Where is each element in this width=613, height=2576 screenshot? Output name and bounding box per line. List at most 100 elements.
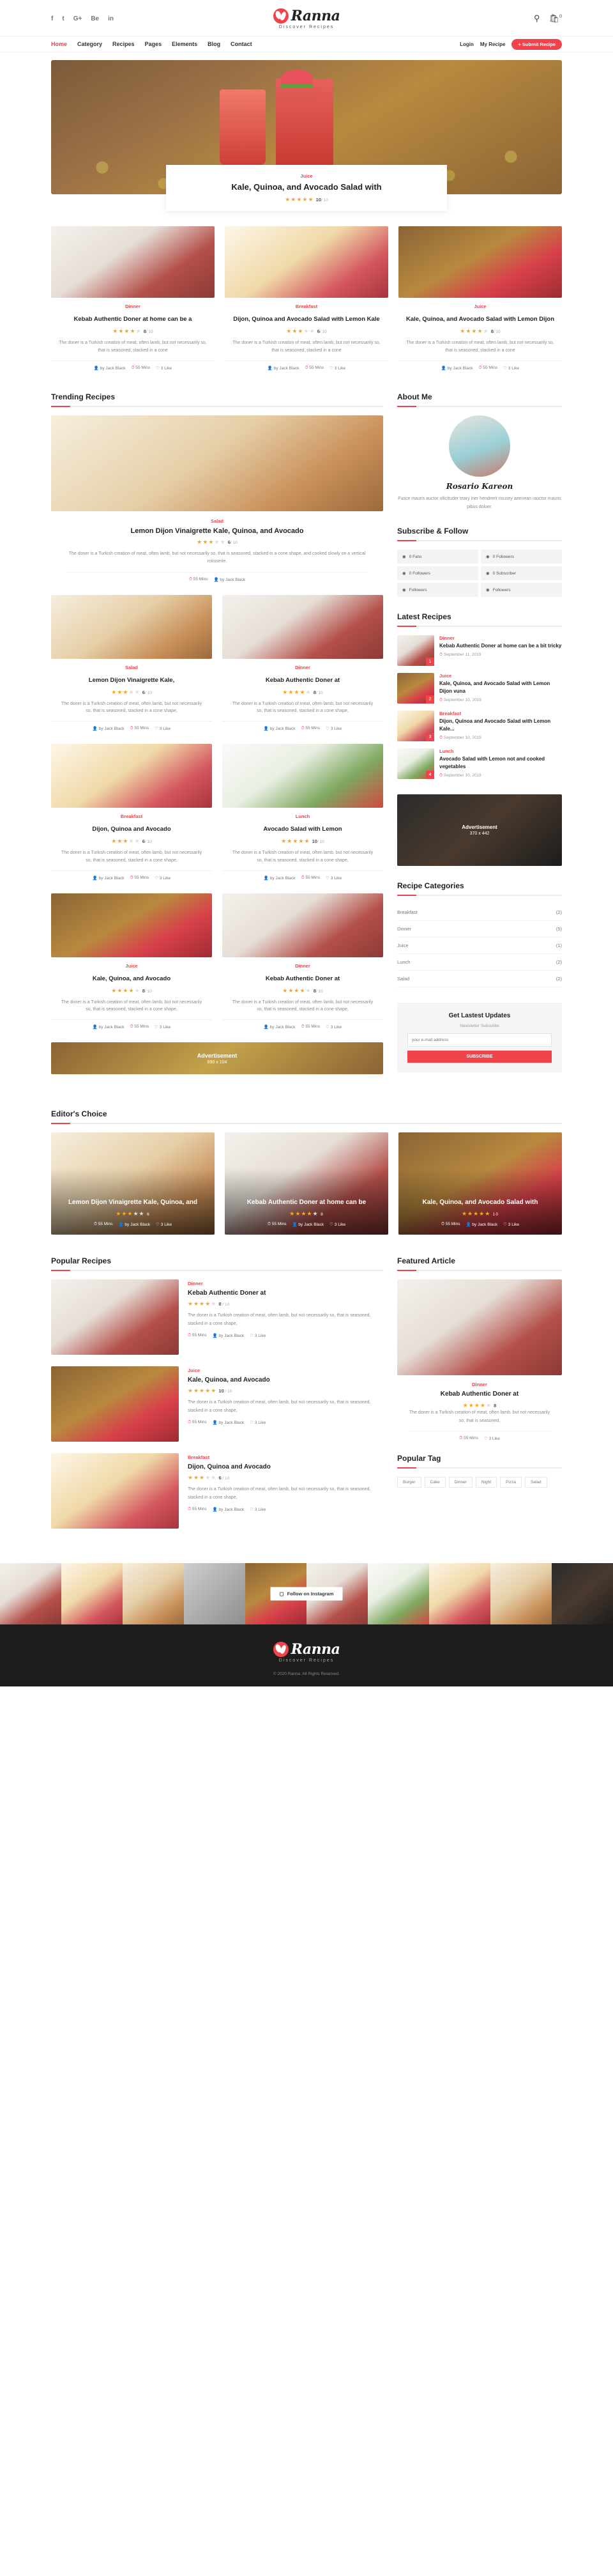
recipe-card-category[interactable]: Breakfast bbox=[225, 304, 388, 309]
tag-item[interactable]: Cake bbox=[424, 1477, 446, 1488]
editors-card-title[interactable]: Kebab Authentic Doner at home can be bbox=[232, 1198, 381, 1207]
recipe-card-category[interactable]: Dinner bbox=[222, 665, 383, 670]
recipe-card-title[interactable]: Kebab Authentic Doner at bbox=[222, 676, 383, 685]
instagram-tile[interactable] bbox=[429, 1563, 490, 1625]
recipe-card-category[interactable]: Juice bbox=[398, 304, 562, 309]
nav-item-category[interactable]: Category bbox=[77, 41, 102, 47]
recipe-card-category[interactable]: Juice bbox=[51, 963, 212, 969]
hero-category[interactable]: Juice bbox=[172, 173, 441, 179]
nav-item-blog[interactable]: Blog bbox=[208, 41, 220, 47]
tag-item[interactable]: Dinner bbox=[448, 1477, 473, 1488]
category-list-item[interactable]: Lunch (2) bbox=[397, 954, 562, 971]
trending-feature-card[interactable]: Salad Lemon Dijon Vinaigrette Kale, Quin… bbox=[51, 415, 383, 582]
editors-card-title[interactable]: Lemon Dijon Vinaigrette Kale, Quinoa, an… bbox=[59, 1198, 207, 1207]
instagram-tile[interactable] bbox=[61, 1563, 123, 1625]
popular-recipe-title[interactable]: Kale, Quinoa, and Avocado bbox=[188, 1377, 383, 1384]
newsletter-email-input[interactable] bbox=[407, 1033, 552, 1047]
popular-recipe-title[interactable]: Kebab Authentic Doner at bbox=[188, 1290, 383, 1297]
nav-item-recipes[interactable]: Recipes bbox=[112, 41, 135, 47]
trending-feature-category[interactable]: Salad bbox=[68, 518, 367, 524]
linkedin-icon[interactable]: in bbox=[108, 15, 114, 22]
latest-recipe-title[interactable]: Avocado Salad with Lemon not and cooked … bbox=[439, 755, 562, 771]
featured-category[interactable]: Dinner bbox=[409, 1382, 550, 1387]
popular-recipe-category[interactable]: Dinner bbox=[188, 1281, 383, 1286]
facebook-icon[interactable]: f bbox=[51, 15, 53, 22]
follow-cell[interactable]: ◉ Followers bbox=[481, 583, 562, 598]
list-item[interactable]: 3 Breakfast Dijon, Quinoa and Avocado Sa… bbox=[397, 711, 562, 742]
tag-item[interactable]: Salad bbox=[524, 1477, 547, 1488]
recipe-card-category[interactable]: Salad bbox=[51, 665, 212, 670]
list-item[interactable]: 2 Juice Kale, Quinoa, and Avocado Salad … bbox=[397, 673, 562, 704]
instagram-tile[interactable] bbox=[184, 1563, 245, 1625]
recipe-card[interactable]: Breakfast Dijon, Quinoa and Avocado Sala… bbox=[225, 226, 388, 371]
recipe-card[interactable]: Dinner Kebab Authentic Doner at ★★★★★ 8/… bbox=[222, 893, 383, 1030]
editors-choice-card[interactable]: Lemon Dijon Vinaigrette Kale, Quinoa, an… bbox=[51, 1132, 215, 1235]
follow-cell[interactable]: ◉ 0 Followers bbox=[397, 566, 478, 581]
ad-box[interactable]: Advertisement 370 x 442 bbox=[397, 794, 562, 867]
nav-item-elements[interactable]: Elements bbox=[172, 41, 197, 47]
recipe-card-title[interactable]: Dijon, Quinoa and Avocado Salad with Lem… bbox=[225, 315, 388, 324]
recipe-card[interactable]: Breakfast Dijon, Quinoa and Avocado ★★★★… bbox=[51, 744, 212, 881]
instagram-tile[interactable] bbox=[123, 1563, 184, 1625]
popular-recipe-item[interactable]: Juice Kale, Quinoa, and Avocado ★★★★★ 10… bbox=[51, 1366, 383, 1442]
featured-article-card[interactable]: Dinner Kebab Authentic Doner at ★★★★★ 8 … bbox=[397, 1279, 562, 1441]
submit-recipe-button[interactable]: + Submit Recipe bbox=[511, 38, 562, 50]
trending-feature-title[interactable]: Lemon Dijon Vinaigrette Kale, Quinoa, an… bbox=[68, 527, 367, 535]
recipe-card-title[interactable]: Kebab Authentic Doner at bbox=[222, 975, 383, 983]
follow-cell[interactable]: ◉ 0 Subscriber bbox=[481, 566, 562, 581]
editors-choice-card[interactable]: Kale, Quinoa, and Avocado Salad with ★★★… bbox=[398, 1132, 562, 1235]
twitter-icon[interactable]: t bbox=[62, 15, 64, 22]
category-list-item[interactable]: Breakfast (2) bbox=[397, 904, 562, 922]
recipe-card-title[interactable]: Avocado Salad with Lemon bbox=[222, 825, 383, 834]
hero-card[interactable]: Juice Kale, Quinoa, and Avocado Salad wi… bbox=[166, 165, 447, 211]
tag-item[interactable]: Night bbox=[475, 1477, 497, 1488]
category-list-item[interactable]: Juice (1) bbox=[397, 937, 562, 955]
latest-recipe-category[interactable]: Dinner bbox=[439, 635, 561, 641]
recipe-card-title[interactable]: Kebab Authentic Doner at home can be a bbox=[51, 315, 215, 324]
popular-recipe-category[interactable]: Breakfast bbox=[188, 1454, 383, 1460]
tag-item[interactable]: Burger bbox=[397, 1477, 421, 1488]
recipe-card[interactable]: Juice Kale, Quinoa, and Avocado Salad wi… bbox=[398, 226, 562, 371]
popular-recipe-category[interactable]: Juice bbox=[188, 1368, 383, 1373]
list-item[interactable]: 4 Lunch Avocado Salad with Lemon not and… bbox=[397, 748, 562, 780]
popular-recipe-title[interactable]: Dijon, Quinoa and Avocado bbox=[188, 1463, 383, 1470]
recipe-card-category[interactable]: Dinner bbox=[51, 304, 215, 309]
editors-card-title[interactable]: Kale, Quinoa, and Avocado Salad with bbox=[406, 1198, 554, 1207]
recipe-card-title[interactable]: Dijon, Quinoa and Avocado bbox=[51, 825, 212, 834]
recipe-card[interactable]: Lunch Avocado Salad with Lemon ★★★★★ 10/… bbox=[222, 744, 383, 881]
instagram-tile[interactable] bbox=[0, 1563, 61, 1625]
nav-item-contact[interactable]: Contact bbox=[231, 41, 252, 47]
latest-recipe-category[interactable]: Breakfast bbox=[439, 711, 562, 716]
nav-item-pages[interactable]: Pages bbox=[145, 41, 162, 47]
advertisement-banner[interactable]: Advertisement 690 x 104 bbox=[51, 1042, 383, 1075]
editors-choice-card[interactable]: Kebab Authentic Doner at home can be ★★★… bbox=[225, 1132, 388, 1235]
follow-on-instagram-button[interactable]: ▢ Follow on Instagram bbox=[270, 1587, 343, 1601]
recipe-card-category[interactable]: Lunch bbox=[222, 814, 383, 819]
site-logo[interactable]: Ranna Discover Recipes bbox=[243, 8, 370, 29]
search-icon[interactable]: ⚲ bbox=[534, 13, 540, 24]
recipe-card[interactable]: Salad Lemon Dijon Vinaigrette Kale, ★★★★… bbox=[51, 594, 212, 731]
footer-logo[interactable]: Ranna Discover Recipes bbox=[0, 1641, 613, 1663]
recipe-card-category[interactable]: Dinner bbox=[222, 963, 383, 969]
latest-recipe-category[interactable]: Lunch bbox=[439, 748, 562, 754]
featured-article-title[interactable]: Kebab Authentic Doner at bbox=[409, 1391, 550, 1398]
recipe-card-title[interactable]: Kale, Quinoa, and Avocado Salad with Lem… bbox=[398, 315, 562, 324]
latest-recipe-category[interactable]: Juice bbox=[439, 673, 562, 679]
recipe-card-title[interactable]: Kale, Quinoa, and Avocado bbox=[51, 975, 212, 983]
category-list-item[interactable]: Salad (2) bbox=[397, 971, 562, 988]
recipe-card-title[interactable]: Lemon Dijon Vinaigrette Kale, bbox=[51, 676, 212, 685]
recipe-card[interactable]: Dinner Kebab Authentic Doner at home can… bbox=[51, 226, 215, 371]
latest-recipe-title[interactable]: Kebab Authentic Doner at home can be a b… bbox=[439, 642, 561, 650]
nav-item-home[interactable]: Home bbox=[51, 41, 67, 47]
tag-item[interactable]: Pizza bbox=[500, 1477, 522, 1488]
login-link[interactable]: Login bbox=[460, 42, 474, 47]
popular-recipe-item[interactable]: Dinner Kebab Authentic Doner at ★★★★★ 8 … bbox=[51, 1279, 383, 1355]
recipe-card[interactable]: Juice Kale, Quinoa, and Avocado ★★★★★ 8/… bbox=[51, 893, 212, 1030]
instagram-tile[interactable] bbox=[490, 1563, 552, 1625]
latest-recipe-title[interactable]: Dijon, Quinoa and Avocado Salad with Lem… bbox=[439, 718, 562, 733]
follow-cell[interactable]: ◉ Followers bbox=[397, 583, 478, 598]
hero-title[interactable]: Kale, Quinoa, and Avocado Salad with bbox=[172, 182, 441, 192]
follow-cell[interactable]: ◉ 0 Fans bbox=[397, 550, 478, 564]
list-item[interactable]: 1 Dinner Kebab Authentic Doner at home c… bbox=[397, 635, 562, 667]
instagram-tile[interactable] bbox=[552, 1563, 613, 1625]
